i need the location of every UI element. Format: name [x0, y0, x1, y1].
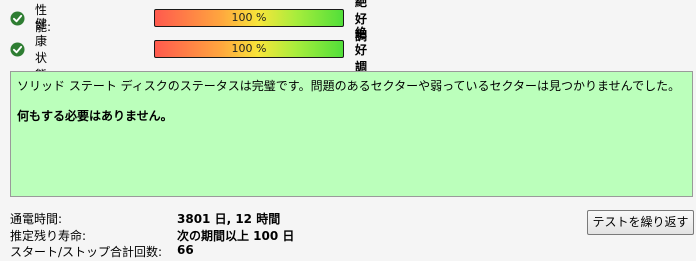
health-status: 絶好調	[355, 25, 368, 74]
health-percent: 100 %	[231, 42, 267, 55]
status-message: ソリッド ステート ディスクのステータスは完璧です。問題のあるセクターや弱ってい…	[17, 79, 681, 93]
recommendation-message: 何もする必要はありません。	[17, 109, 173, 123]
check-circle-icon	[10, 10, 25, 26]
status-message-box: ソリッド ステート ディスクのステータスは完璧です。問題のあるセクターや弱ってい…	[10, 71, 693, 197]
power-on-time-label: 通電時間:	[10, 212, 63, 226]
power-on-time-value: 3801 日, 12 時間	[177, 212, 281, 226]
performance-bar: 100 %	[154, 9, 344, 27]
remaining-life-label: 推定残り寿命:	[10, 229, 87, 243]
start-stop-count-label: スタート/ストップ合計回数:	[10, 245, 163, 259]
performance-percent: 100 %	[231, 11, 267, 24]
retest-button[interactable]: テストを繰り返す	[587, 210, 694, 235]
remaining-life-value: 次の期間以上 100 日	[177, 229, 295, 243]
start-stop-count-value: 66	[177, 243, 194, 257]
check-circle-icon	[10, 41, 25, 57]
health-bar: 100 %	[154, 40, 344, 58]
